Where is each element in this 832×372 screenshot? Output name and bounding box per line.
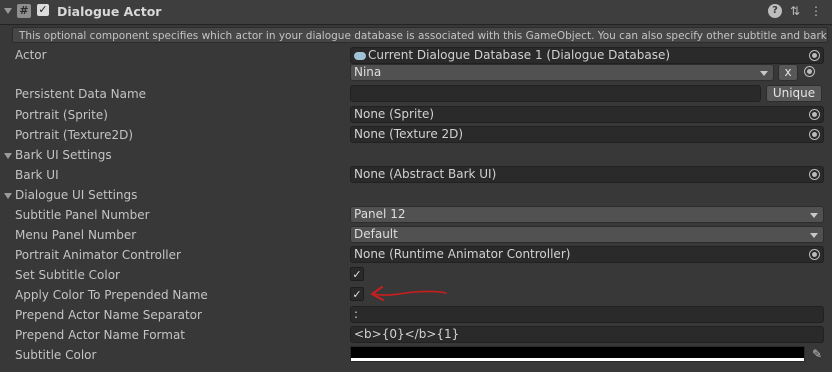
eyedropper-icon[interactable]: ✎ [810, 347, 824, 361]
actor-dropdown[interactable]: Nina [350, 64, 774, 81]
actor-target-icon[interactable] [802, 66, 816, 80]
script-component-icon: # [17, 4, 31, 18]
portrait-texture-value: None (Texture 2D) [354, 127, 464, 141]
object-picker-icon[interactable] [809, 249, 820, 260]
object-picker-icon[interactable] [809, 169, 820, 180]
alpha-bar [351, 358, 804, 361]
actor-label: Actor [15, 48, 47, 62]
portrait-animator-field[interactable]: None (Runtime Animator Controller) [350, 246, 824, 263]
portrait-sprite-field[interactable]: None (Sprite) [350, 106, 824, 123]
dialogue-section-foldout-icon[interactable] [4, 193, 12, 199]
chevron-down-icon [760, 71, 768, 76]
database-icon [354, 51, 366, 60]
object-picker-icon[interactable] [809, 50, 820, 61]
prepend-format-label: Prepend Actor Name Format [15, 328, 186, 342]
apply-color-label: Apply Color To Prepended Name [15, 288, 208, 302]
persistent-data-name-label: Persistent Data Name [15, 87, 147, 101]
portrait-texture-label: Portrait (Texture2D) [15, 128, 134, 142]
prepend-separator-input[interactable]: : [350, 306, 824, 323]
menu-panel-label: Menu Panel Number [15, 228, 137, 242]
persistent-data-name-input[interactable] [350, 85, 761, 102]
object-picker-icon[interactable] [809, 109, 820, 120]
target-icon [804, 66, 815, 77]
actor-database-value: Current Dialogue Database 1 (Dialogue Da… [368, 48, 671, 62]
portrait-sprite-label: Portrait (Sprite) [15, 108, 108, 122]
help-box: This optional component specifies which … [12, 27, 828, 43]
foldout-arrow-icon[interactable] [4, 8, 12, 14]
bark-ui-field[interactable]: None (Abstract Bark UI) [350, 166, 824, 183]
dialogue-ui-settings-header[interactable]: Dialogue UI Settings [15, 188, 137, 202]
portrait-texture-field[interactable]: None (Texture 2D) [350, 126, 824, 143]
subtitle-panel-value: Panel 12 [354, 207, 406, 221]
set-subtitle-color-label: Set Subtitle Color [15, 268, 120, 282]
subtitle-color-swatch[interactable] [350, 346, 805, 362]
prepend-format-input[interactable]: <b>{0}</b>{1} [350, 326, 824, 343]
menu-panel-dropdown[interactable]: Default [350, 226, 824, 243]
help-icon[interactable]: ? [768, 4, 782, 18]
apply-color-checkbox[interactable]: ✓ [350, 287, 364, 301]
bark-ui-settings-header[interactable]: Bark UI Settings [15, 148, 112, 162]
component-enabled-checkbox[interactable]: ✓ [37, 4, 49, 16]
actor-selected: Nina [354, 65, 382, 79]
prepend-separator-label: Prepend Actor Name Separator [15, 308, 202, 322]
clear-actor-button[interactable]: x [778, 64, 798, 81]
portrait-sprite-value: None (Sprite) [354, 107, 435, 121]
bark-section-foldout-icon[interactable] [4, 153, 12, 159]
bark-ui-label: Bark UI [15, 168, 59, 182]
subtitle-panel-label: Subtitle Panel Number [15, 208, 150, 222]
subtitle-panel-dropdown[interactable]: Panel 12 [350, 206, 824, 223]
portrait-animator-value: None (Runtime Animator Controller) [354, 247, 571, 261]
portrait-animator-label: Portrait Animator Controller [15, 248, 181, 262]
set-subtitle-color-checkbox[interactable]: ✓ [350, 267, 364, 281]
actor-database-field[interactable]: Current Dialogue Database 1 (Dialogue Da… [350, 47, 824, 64]
menu-panel-value: Default [354, 227, 398, 241]
unique-button[interactable]: Unique [766, 85, 822, 102]
subtitle-color-label: Subtitle Color [15, 348, 97, 362]
object-picker-icon[interactable] [809, 129, 820, 140]
chevron-down-icon [810, 213, 818, 218]
presets-icon[interactable]: ⇅ [788, 4, 802, 18]
component-title: Dialogue Actor [57, 4, 162, 19]
red-arrow-annotation [371, 286, 447, 301]
chevron-down-icon [810, 233, 818, 238]
context-menu-icon[interactable]: ⋮ [809, 4, 823, 18]
bark-ui-value: None (Abstract Bark UI) [354, 167, 497, 181]
